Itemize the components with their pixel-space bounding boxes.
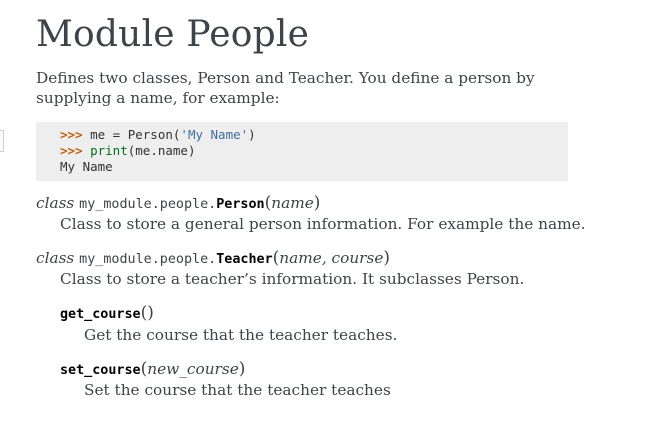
class-module-prefix: my_module.people. [79,197,217,212]
code-prompt: >>> [60,127,83,142]
code-example-block: >>> me = Person('My Name') >>> print(me.… [36,122,568,181]
code-text: ) [248,127,256,142]
class-keyword: class [36,194,75,212]
close-paren: ) [383,248,391,268]
class-name: Person [216,197,265,212]
code-prompt: >>> [60,143,83,158]
close-paren: ) [313,193,321,213]
code-string: 'My Name' [180,127,249,142]
method-name: set_course [60,363,141,378]
teacher-class-signature: class my_module.people.Teacher(name, cou… [36,248,390,268]
set-course-description: Set the course that the teacher teaches [84,381,391,399]
code-text: (me.name) [127,143,196,158]
code-output-line: My Name [60,159,113,174]
page-title: Module People [36,14,310,55]
set-course-signature: set_course(new_course) [60,359,245,379]
person-class-signature: class my_module.people.Person(name) [36,193,320,213]
teacher-class-description: Class to store a teacher’s information. … [60,270,525,288]
class-keyword: class [36,249,75,267]
code-text: me = Person( [82,127,181,142]
method-name: get_course [60,307,141,322]
method-params: new_course [147,360,239,378]
close-paren: ) [147,303,154,323]
class-params: name [271,194,314,212]
class-name: Teacher [216,252,273,267]
get-course-signature: get_course() [60,303,154,323]
code-builtin: print [90,143,128,158]
code-line-2: >>> print(me.name) [60,143,568,159]
intro-paragraph: Defines two classes, Person and Teacher.… [36,69,535,107]
class-params: name, course [279,249,384,267]
code-line-1: >>> me = Person('My Name') [60,127,568,143]
class-module-prefix: my_module.people. [79,252,217,267]
close-paren: ) [238,359,246,379]
person-class-description: Class to store a general person informat… [60,215,586,233]
sidebar-edge-tab[interactable] [0,130,4,152]
get-course-description: Get the course that the teacher teaches. [84,326,398,344]
